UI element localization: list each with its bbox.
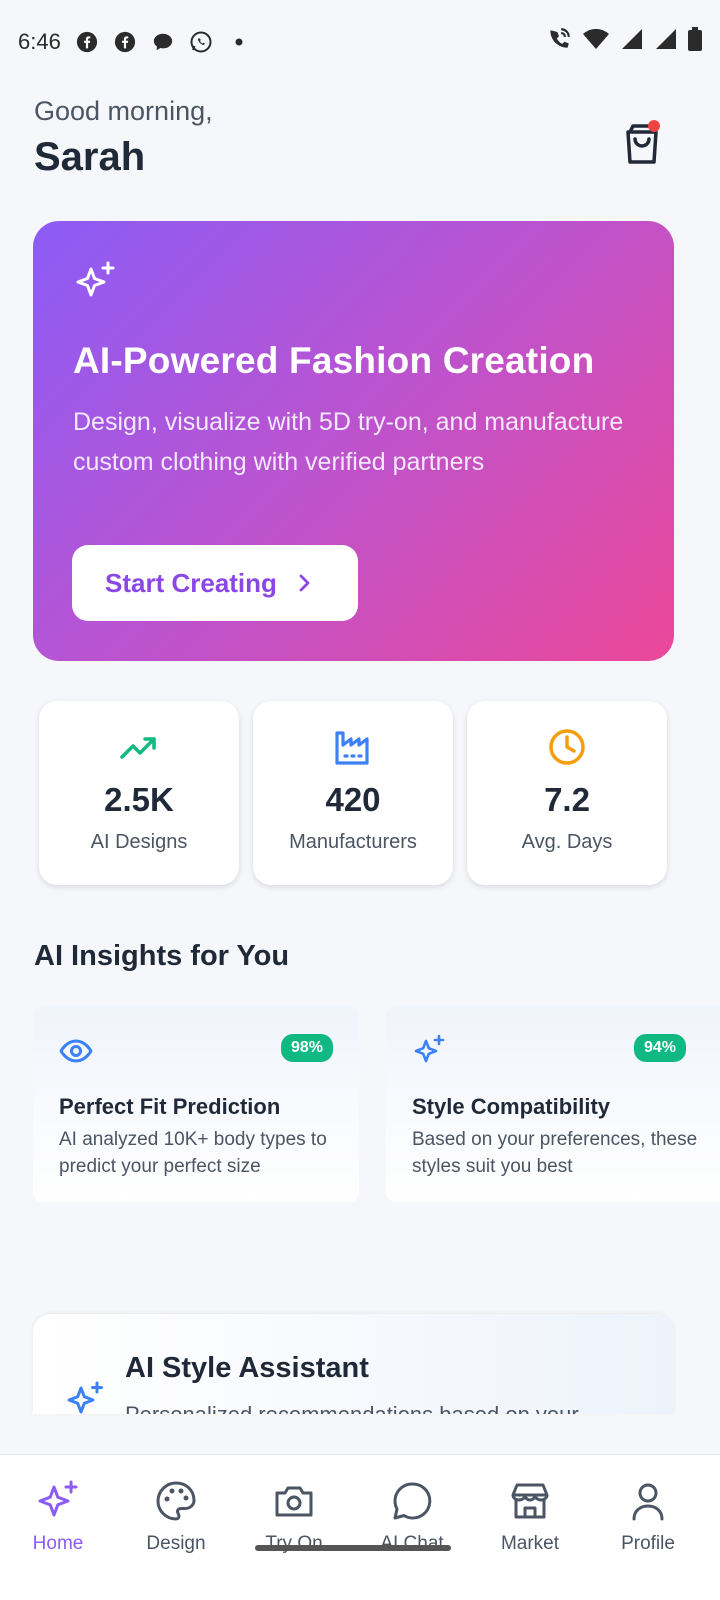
bottom-navigation: Home Design Try On AI Chat Market Profil… xyxy=(0,1454,720,1600)
assistant-description: Personalized recommendations based on yo… xyxy=(125,1402,579,1414)
palette-icon xyxy=(156,1481,196,1521)
nav-item-profile[interactable]: Profile xyxy=(598,1479,698,1555)
nav-item-design[interactable]: Design xyxy=(126,1479,226,1555)
wifi-icon xyxy=(582,27,610,57)
sparkles-icon xyxy=(414,1034,445,1063)
store-icon xyxy=(511,1483,549,1519)
insight-description: AI analyzed 10K+ body types to predict y… xyxy=(59,1129,327,1177)
chevron-right-icon xyxy=(299,574,310,592)
cart-button[interactable] xyxy=(620,120,664,164)
stat-value: 2.5K xyxy=(104,781,174,818)
signal-icon xyxy=(654,27,678,57)
insight-title: Style Compatibility xyxy=(412,1094,611,1119)
stat-card-manufacturers[interactable]: 420 Manufacturers xyxy=(253,701,453,885)
nav-label: Market xyxy=(500,1533,560,1554)
stat-label: Manufacturers xyxy=(289,831,417,853)
start-creating-button[interactable]: Start Creating xyxy=(72,545,358,621)
signal-icon xyxy=(620,27,644,57)
user-icon xyxy=(632,1483,664,1521)
sparkles-icon xyxy=(38,1480,78,1517)
hero-title: AI-Powered Fashion Creation xyxy=(73,340,595,381)
nav-label: AI Chat xyxy=(380,1533,444,1554)
ai-style-assistant-card[interactable]: AI Style Assistant Personalized recommen… xyxy=(33,1314,674,1414)
sparkles-icon xyxy=(76,261,115,297)
dot-icon xyxy=(227,30,251,54)
chat-icon xyxy=(393,1482,432,1520)
hero-banner: AI-Powered Fashion Creation Design, visu… xyxy=(33,221,674,661)
nav-item-home[interactable]: Home xyxy=(8,1479,108,1555)
user-name: Sarah xyxy=(34,135,146,179)
cart-notification-dot xyxy=(648,120,660,132)
insights-section-title: AI Insights for You xyxy=(34,940,290,972)
greeting-block: Good morning, Sarah xyxy=(34,96,213,180)
stat-label: Avg. Days xyxy=(521,831,613,853)
trending-up-icon xyxy=(120,737,156,759)
status-time: 6:46 xyxy=(18,29,61,54)
nav-label: Design xyxy=(146,1533,206,1554)
insight-title: Perfect Fit Prediction xyxy=(59,1094,281,1119)
insight-description: Based on your preferences, these styles … xyxy=(412,1129,698,1177)
nav-item-ai-chat[interactable]: AI Chat xyxy=(362,1479,462,1555)
status-bar: 6:46 xyxy=(0,0,720,84)
camera-icon xyxy=(275,1486,313,1517)
stat-card-ai-designs[interactable]: 2.5K AI Designs xyxy=(39,701,239,885)
stat-value: 7.2 xyxy=(544,781,590,818)
chat-bubble-icon xyxy=(151,30,175,54)
facebook-icon xyxy=(75,30,99,54)
insight-card-style-compatibility[interactable]: 94% Style Compatibility Based on your pr… xyxy=(386,1006,720,1202)
assistant-title: AI Style Assistant xyxy=(125,1352,369,1384)
stat-value: 420 xyxy=(325,781,381,818)
factory-icon xyxy=(335,731,369,765)
hero-description: Design, visualize with 5D try-on, and ma… xyxy=(73,408,624,476)
insight-card-fit-prediction[interactable]: 98% Perfect Fit Prediction AI analyzed 1… xyxy=(33,1006,359,1202)
clock-icon xyxy=(549,729,585,765)
greeting-text: Good morning, xyxy=(34,96,213,126)
nav-item-market[interactable]: Market xyxy=(480,1479,580,1555)
sparkles-icon xyxy=(67,1381,103,1414)
stat-label: AI Designs xyxy=(90,831,188,853)
wifi-call-icon xyxy=(546,26,572,58)
battery-icon xyxy=(688,27,702,57)
facebook-icon xyxy=(113,30,137,54)
nav-label: Profile xyxy=(621,1533,675,1554)
start-creating-label: Start Creating xyxy=(105,567,277,598)
home-indicator[interactable] xyxy=(255,1545,451,1551)
eye-icon xyxy=(59,1039,93,1063)
nav-item-try-on[interactable]: Try On xyxy=(244,1479,344,1555)
nav-label: Home xyxy=(32,1533,84,1554)
confidence-badge: 94% xyxy=(633,1034,686,1062)
nav-label: Try On xyxy=(265,1533,323,1554)
stat-card-avg-days[interactable]: 7.2 Avg. Days xyxy=(467,701,667,885)
confidence-badge: 98% xyxy=(280,1034,333,1062)
whatsapp-icon xyxy=(189,30,213,54)
